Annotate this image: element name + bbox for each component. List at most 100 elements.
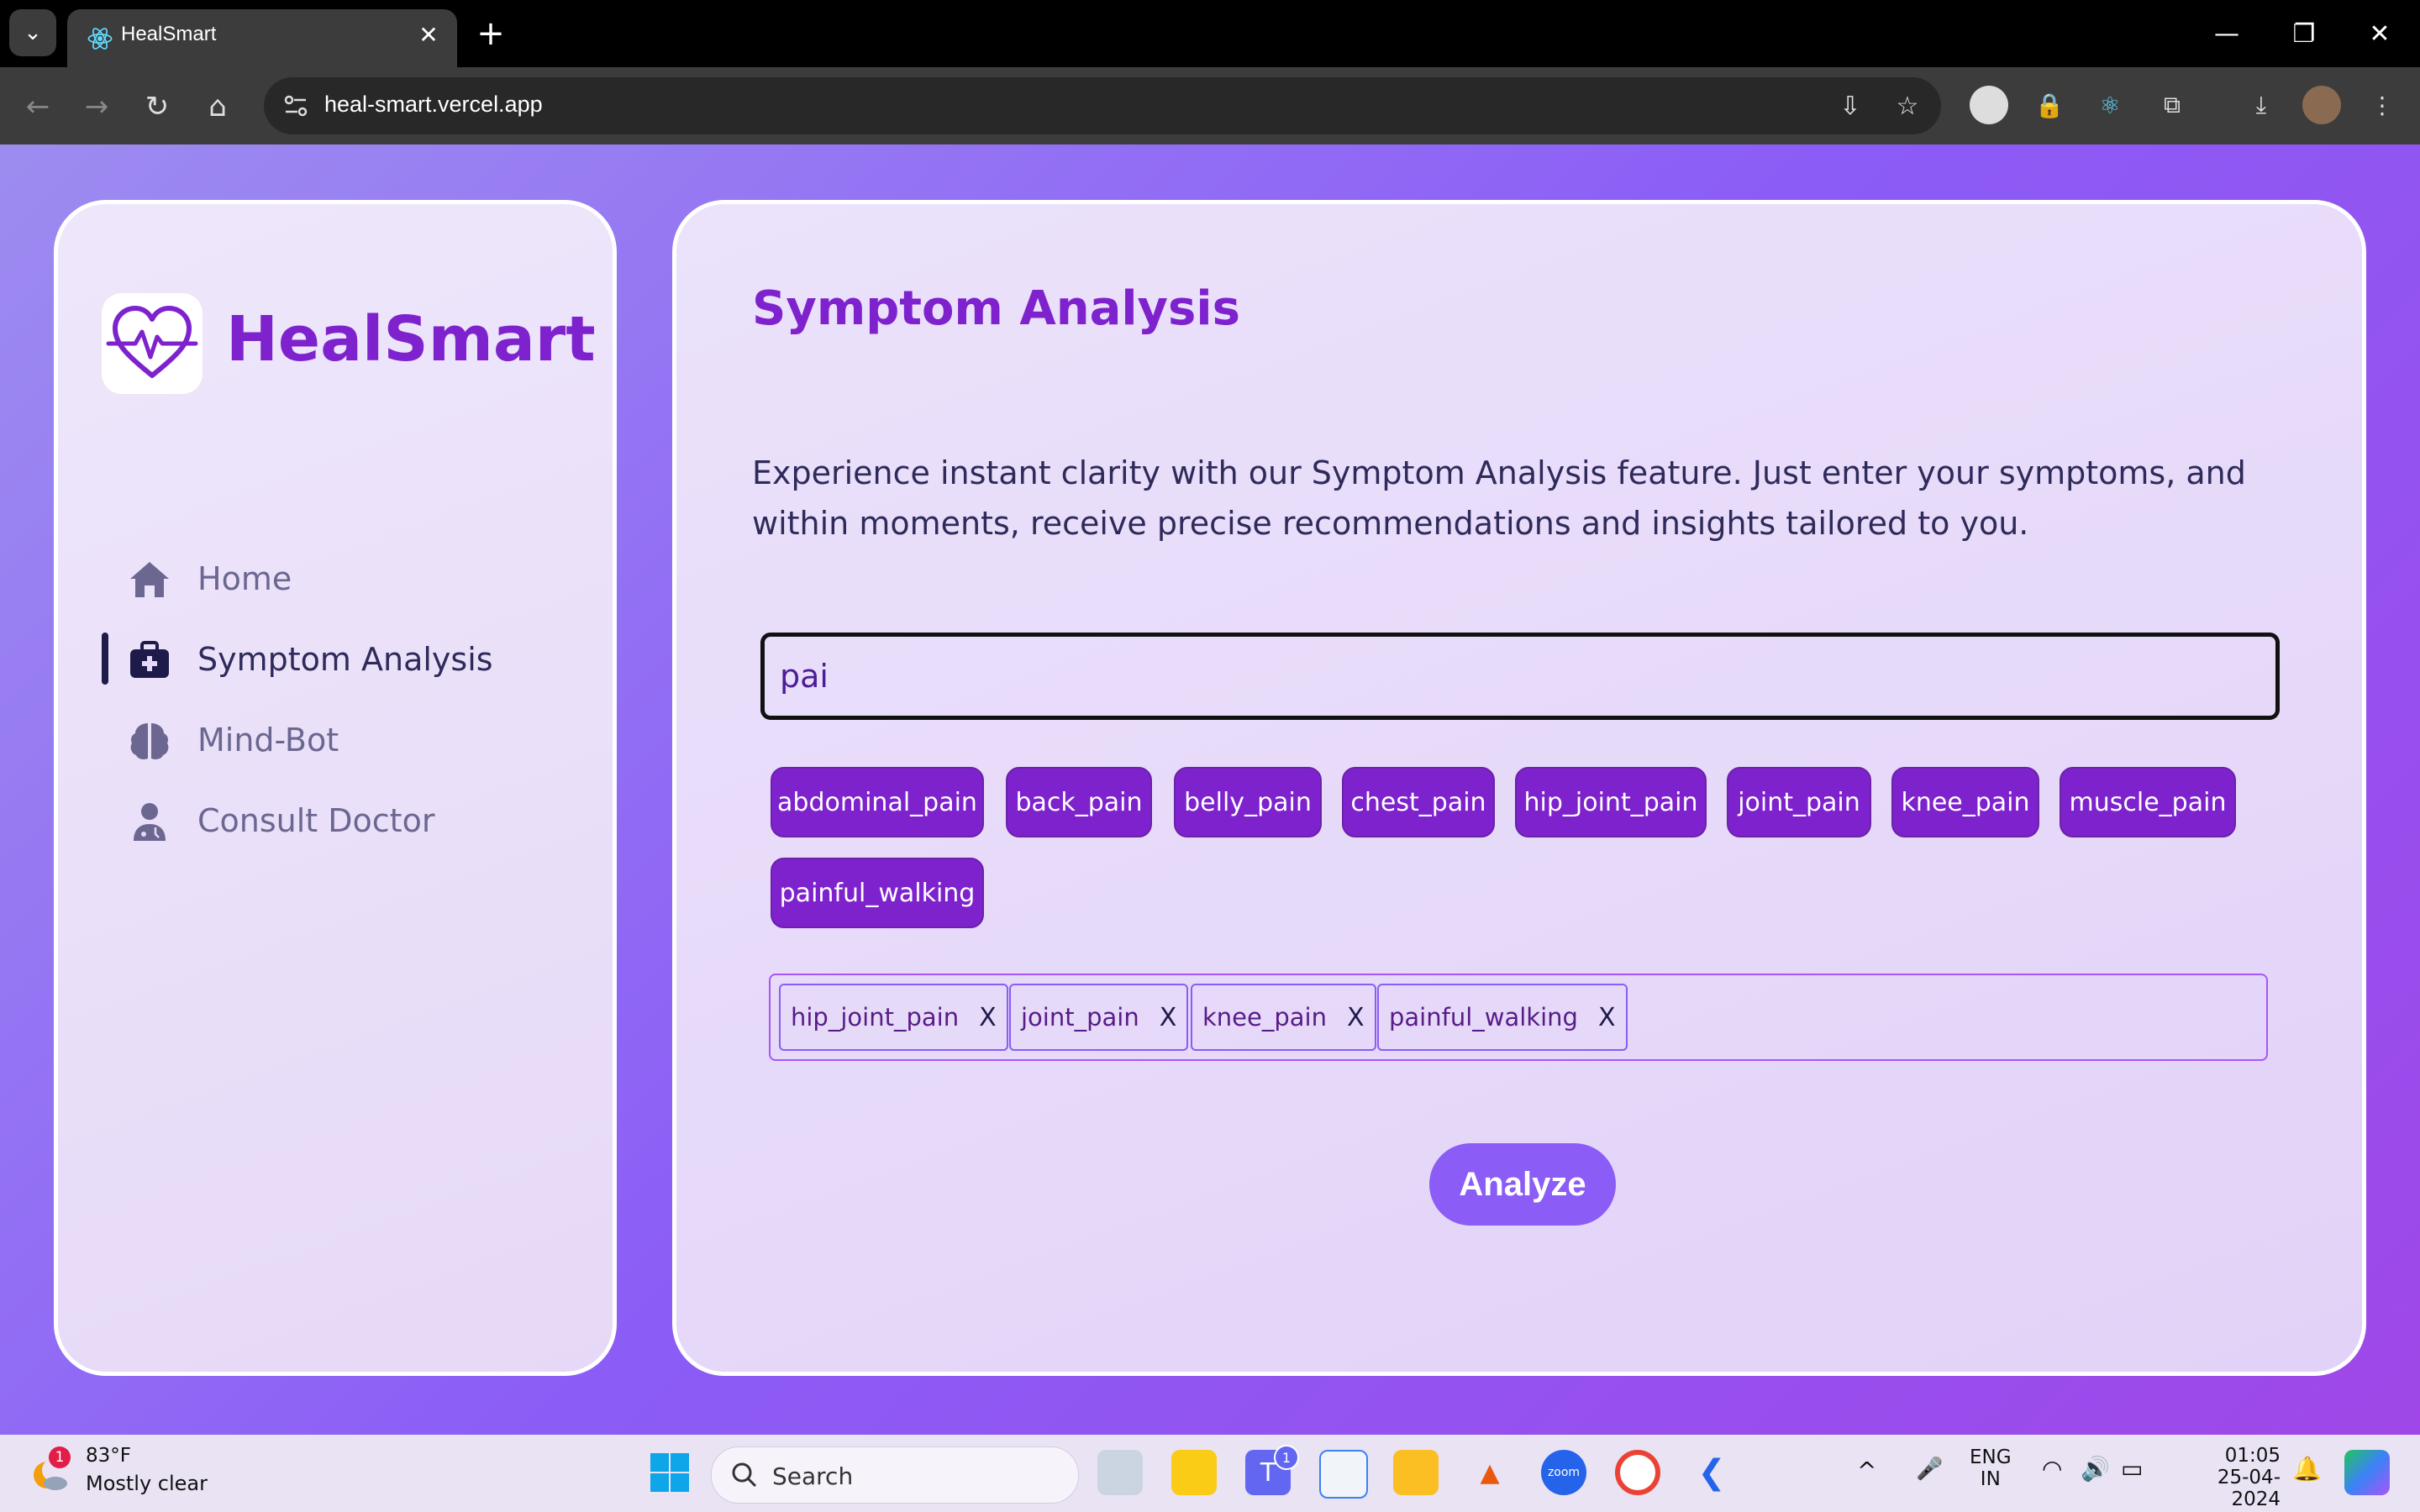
taskbar-search-label: Search	[772, 1462, 854, 1490]
bookmark-star-icon[interactable]: ☆	[1891, 89, 1924, 123]
back-arrow-icon[interactable]: ←	[17, 86, 59, 128]
tag-label: joint_pain	[1021, 1003, 1139, 1032]
profile-avatar-icon[interactable]	[2302, 86, 2341, 124]
taskbar: 1 83°F Mostly clear Search T 1 ▲ zoom ❮ …	[0, 1435, 2420, 1512]
zoom-icon[interactable]: zoom	[1541, 1450, 1586, 1495]
selected-symptoms: hip_joint_pain X joint_pain X knee_pain …	[769, 974, 2268, 1061]
heartbeat-icon	[106, 306, 198, 378]
sidebar: HealSmart Home Symptom Analysis Mind-Bot	[54, 200, 617, 1376]
chrome-icon[interactable]	[1615, 1450, 1660, 1495]
lock-extension-icon[interactable]: 🔒	[2030, 86, 2069, 124]
taskbar-search[interactable]: Search	[711, 1446, 1079, 1504]
menu-kebab-icon[interactable]: ⋮	[2363, 86, 2402, 124]
notification-bell-icon[interactable]: 🔔	[2292, 1455, 2322, 1483]
restore-icon[interactable]: ❐	[2279, 8, 2329, 59]
sidebar-item-home[interactable]: Home	[102, 549, 572, 609]
doctor-icon	[134, 803, 166, 841]
sidebar-item-symptom-analysis[interactable]: Symptom Analysis	[102, 629, 572, 690]
suggestion-chip[interactable]: abdominal_pain	[771, 767, 984, 837]
search-icon	[732, 1462, 757, 1488]
page-description: Experience instant clarity with our Symp…	[752, 454, 2246, 542]
app-page: HealSmart Home Symptom Analysis Mind-Bot	[0, 144, 2420, 1435]
sidebar-item-label: Home	[197, 560, 292, 597]
sidebar-item-mind-bot[interactable]: Mind-Bot	[102, 710, 572, 770]
remove-tag-button[interactable]: X	[1160, 1003, 1177, 1032]
suggestion-chip[interactable]: hip_joint_pain	[1515, 767, 1707, 837]
extension-avatar-icon[interactable]	[1970, 86, 2008, 124]
suggestion-chip[interactable]: chest_pain	[1342, 767, 1495, 837]
selected-tag: painful_walking X	[1377, 984, 1628, 1051]
sidebar-item-label: Symptom Analysis	[197, 641, 493, 678]
remove-tag-button[interactable]: X	[1598, 1003, 1616, 1032]
remove-tag-button[interactable]: X	[979, 1003, 997, 1032]
forward-arrow-icon[interactable]: →	[76, 86, 118, 128]
task-view-icon[interactable]	[1097, 1450, 1143, 1495]
remove-tag-button[interactable]: X	[1347, 1003, 1365, 1032]
react-icon	[87, 28, 113, 50]
minimize-icon[interactable]: —	[2202, 8, 2252, 59]
microphone-icon[interactable]: 🎤	[1916, 1457, 1943, 1482]
react-devtools-icon[interactable]: ⚛	[2091, 86, 2129, 124]
tag-label: knee_pain	[1202, 1003, 1327, 1032]
suggestion-chip[interactable]: joint_pain	[1727, 767, 1871, 837]
chevron-down-icon: ⌄	[24, 20, 42, 45]
windows-start-icon[interactable]	[647, 1450, 692, 1495]
file-explorer-icon[interactable]	[1393, 1450, 1439, 1495]
battery-icon[interactable]: ▭	[2121, 1455, 2143, 1483]
home-browser-icon[interactable]: ⌂	[197, 86, 239, 128]
selected-tag: joint_pain X	[1009, 984, 1189, 1051]
new-tab-button[interactable]: +	[471, 13, 511, 54]
browser-toolbar: ← → ↻ ⌂ heal-smart.vercel.app ⇩ ☆ 🔒 ⚛ ⧉ …	[0, 67, 2420, 144]
tab-title: HealSmart	[121, 23, 217, 45]
brain-icon	[130, 723, 169, 759]
selected-tag: knee_pain X	[1191, 984, 1376, 1051]
weather-temp: 83°F	[86, 1445, 131, 1467]
analyze-button[interactable]: Analyze	[1429, 1143, 1616, 1226]
selected-tag: hip_joint_pain X	[779, 984, 1008, 1051]
home-icon	[130, 562, 169, 597]
clock[interactable]: 01:05 25-04-2024	[2176, 1445, 2281, 1510]
close-window-icon[interactable]: ✕	[2354, 8, 2405, 59]
medical-kit-icon	[130, 641, 169, 678]
symptom-search-input[interactable]	[760, 633, 2280, 720]
url-text: heal-smart.vercel.app	[324, 92, 543, 117]
reload-icon[interactable]: ↻	[136, 86, 178, 128]
downloads-icon[interactable]: ⤓	[2242, 86, 2281, 124]
extensions-puzzle-icon[interactable]: ⧉	[2153, 86, 2191, 124]
suggestion-chip[interactable]: muscle_pain	[2060, 767, 2236, 837]
clock-time: 01:05	[2224, 1445, 2281, 1467]
copilot-icon[interactable]	[2344, 1450, 2390, 1495]
weather-badge: 1	[49, 1446, 71, 1468]
sidebar-item-label: Mind-Bot	[197, 722, 339, 759]
suggestion-chip[interactable]: belly_pain	[1174, 767, 1322, 837]
tab-search-button[interactable]: ⌄	[9, 9, 56, 56]
store-icon[interactable]	[1319, 1450, 1368, 1499]
install-app-icon[interactable]: ⇩	[1833, 89, 1867, 123]
address-bar[interactable]: heal-smart.vercel.app ⇩ ☆	[264, 77, 1941, 134]
brand-name: HealSmart	[226, 303, 596, 375]
language-line1: ENG	[1970, 1446, 2012, 1468]
clock-date: 25-04-2024	[2217, 1467, 2281, 1510]
sidebar-item-consult-doctor[interactable]: Consult Doctor	[102, 790, 572, 851]
browser-tab[interactable]: HealSmart ✕	[67, 9, 457, 67]
logo	[102, 293, 203, 394]
language-line2: IN	[1980, 1468, 2001, 1490]
matlab-icon[interactable]: ▲	[1467, 1450, 1512, 1495]
vscode-icon[interactable]: ❮	[1689, 1450, 1734, 1495]
sticky-notes-icon[interactable]	[1171, 1450, 1217, 1495]
volume-icon[interactable]: 🔊	[2081, 1455, 2110, 1483]
weather-condition: Mostly clear	[86, 1472, 208, 1495]
chevron-up-icon[interactable]: ^	[1857, 1457, 1876, 1484]
suggestion-chip[interactable]: painful_walking	[771, 858, 984, 928]
tag-label: hip_joint_pain	[791, 1003, 960, 1032]
wifi-icon[interactable]: ◠	[2042, 1455, 2062, 1483]
browser-tab-bar: ⌄ HealSmart ✕ + — ❐ ✕	[0, 0, 2420, 67]
language-indicator[interactable]: ENG IN	[1970, 1446, 2012, 1490]
suggestion-chip[interactable]: knee_pain	[1891, 767, 2039, 837]
close-icon[interactable]: ✕	[412, 18, 445, 51]
tag-label: painful_walking	[1389, 1003, 1578, 1032]
site-settings-icon[interactable]	[281, 91, 311, 121]
page-title: Symptom Analysis	[752, 281, 1240, 336]
suggestion-chip[interactable]: back_pain	[1006, 767, 1152, 837]
sidebar-item-label: Consult Doctor	[197, 802, 435, 839]
